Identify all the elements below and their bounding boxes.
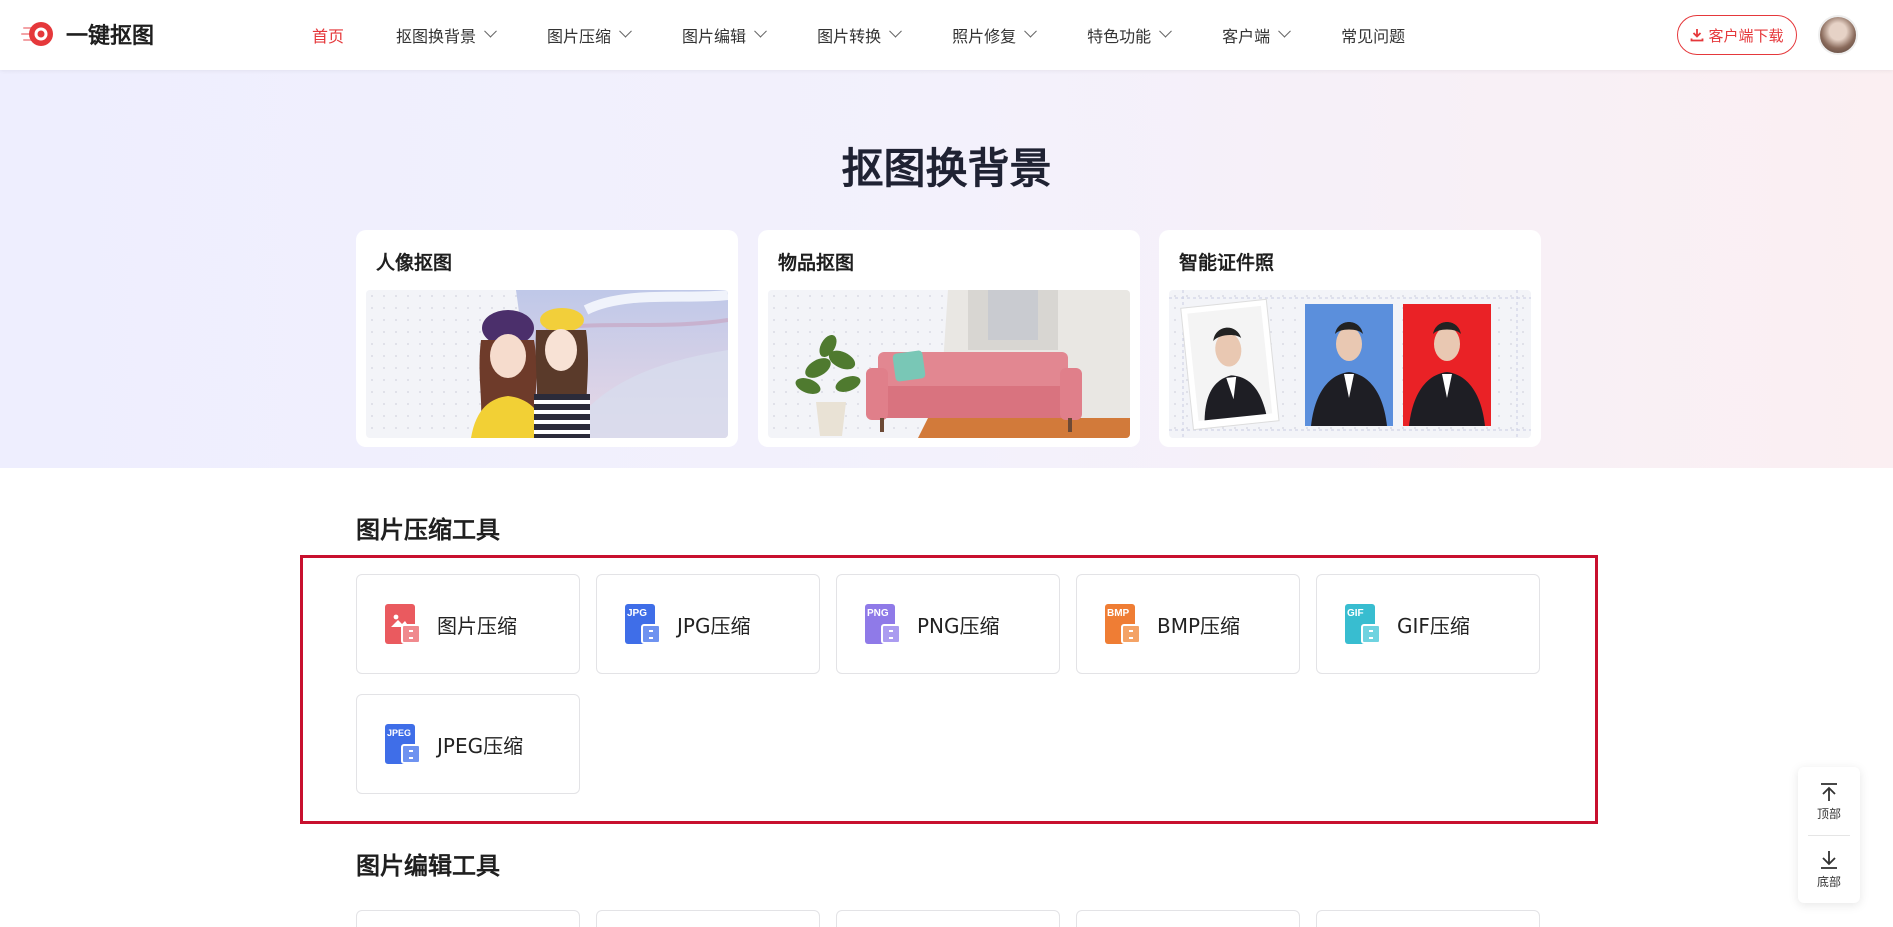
tool-png-compress[interactable]: PNG PNG压缩	[836, 574, 1060, 674]
top-header: 一键抠图 首页 抠图换背景 图片压缩 图片编辑 图片转换 照片修复 特色功能 客…	[0, 0, 1893, 70]
nav-label: 抠图换背景	[396, 27, 477, 46]
nav-label: 照片修复	[952, 27, 1017, 46]
gif-compress-icon: GIF	[1345, 604, 1381, 644]
user-avatar[interactable]	[1818, 15, 1858, 55]
edit-tool-card[interactable]	[836, 910, 1060, 927]
tool-label: JPEG压缩	[437, 733, 524, 758]
nav-faq[interactable]: 常见问题	[1341, 23, 1405, 47]
tool-jpg-compress[interactable]: JPG JPG压缩	[596, 574, 820, 674]
nav-home[interactable]: 首页	[312, 23, 344, 47]
nav-cutout-background[interactable]: 抠图换背景	[396, 23, 497, 47]
scroll-bottom-button[interactable]: 底部	[1798, 835, 1860, 903]
edit-tool-card[interactable]	[596, 910, 820, 927]
logo-icon	[20, 18, 56, 50]
edit-tool-card[interactable]	[356, 910, 580, 927]
jpeg-compress-icon: JPEG	[385, 724, 421, 764]
tool-label: GIF压缩	[1397, 613, 1470, 638]
image-compress-icon	[385, 604, 421, 644]
client-download-button[interactable]: 客户端下载	[1677, 15, 1797, 55]
card-title: 人像抠图	[376, 252, 453, 274]
edit-tool-card[interactable]	[1076, 910, 1300, 927]
sofa-image	[768, 290, 1130, 438]
chevron-down-icon	[754, 24, 767, 38]
nav-photo-repair[interactable]: 照片修复	[952, 23, 1037, 47]
nav-image-compress[interactable]: 图片压缩	[547, 23, 632, 47]
nav-client[interactable]: 客户端	[1222, 23, 1291, 47]
card-title: 智能证件照	[1179, 252, 1275, 274]
nav-image-convert[interactable]: 图片转换	[817, 23, 902, 47]
floating-scroll-panel: 顶部 底部	[1798, 767, 1860, 903]
hero-title: 抠图换背景	[841, 144, 1052, 193]
tool-jpeg-compress[interactable]: JPEG JPEG压缩	[356, 694, 580, 794]
main-nav: 首页 抠图换背景 图片压缩 图片编辑 图片转换 照片修复 特色功能 客户端 常见…	[312, 0, 1457, 70]
chevron-down-icon	[1278, 24, 1291, 38]
nav-label: 首页	[312, 27, 345, 46]
scroll-top-button[interactable]: 顶部	[1798, 767, 1860, 835]
portrait-image	[366, 290, 728, 438]
tool-label: JPG压缩	[677, 613, 751, 638]
download-label: 客户端下载	[1708, 26, 1784, 45]
chevron-down-icon	[1024, 24, 1037, 38]
nav-label: 图片编辑	[682, 27, 747, 46]
chevron-down-icon	[1159, 24, 1172, 38]
nav-label: 特色功能	[1087, 27, 1152, 46]
bmp-compress-icon: BMP	[1105, 604, 1141, 644]
edit-tool-card[interactable]	[1316, 910, 1540, 927]
scroll-bottom-label: 底部	[1816, 874, 1841, 889]
nav-label: 常见问题	[1341, 27, 1406, 46]
nav-label: 图片转换	[817, 27, 882, 46]
compress-section-title: 图片压缩工具	[356, 516, 500, 544]
download-icon	[1691, 29, 1704, 42]
png-compress-icon: PNG	[865, 604, 901, 644]
id-photo-card[interactable]: 智能证件照	[1159, 230, 1541, 447]
tool-image-compress[interactable]: 图片压缩	[356, 574, 580, 674]
jpg-compress-icon: JPG	[625, 604, 661, 644]
id-photo-image	[1169, 290, 1531, 438]
nav-image-edit[interactable]: 图片编辑	[682, 23, 767, 47]
chevron-down-icon	[889, 24, 902, 38]
nav-special-features[interactable]: 特色功能	[1087, 23, 1172, 47]
tool-label: PNG压缩	[917, 613, 1000, 638]
scroll-top-label: 顶部	[1816, 806, 1841, 821]
nav-label: 客户端	[1222, 27, 1271, 46]
object-cutout-card[interactable]: 物品抠图	[758, 230, 1140, 447]
arrow-up-icon	[1821, 782, 1837, 801]
chevron-down-icon	[619, 24, 632, 38]
arrow-down-icon	[1821, 850, 1837, 869]
tool-gif-compress[interactable]: GIF GIF压缩	[1316, 574, 1540, 674]
portrait-cutout-card[interactable]: 人像抠图	[356, 230, 738, 447]
edit-section-title: 图片编辑工具	[356, 852, 500, 880]
chevron-down-icon	[484, 24, 497, 38]
brand-name: 一键抠图	[66, 24, 155, 49]
tool-label: BMP压缩	[1157, 613, 1241, 638]
tool-bmp-compress[interactable]: BMP BMP压缩	[1076, 574, 1300, 674]
nav-label: 图片压缩	[547, 27, 612, 46]
tool-label: 图片压缩	[437, 613, 517, 638]
logo[interactable]: 一键抠图	[20, 18, 154, 50]
card-title: 物品抠图	[778, 252, 855, 274]
